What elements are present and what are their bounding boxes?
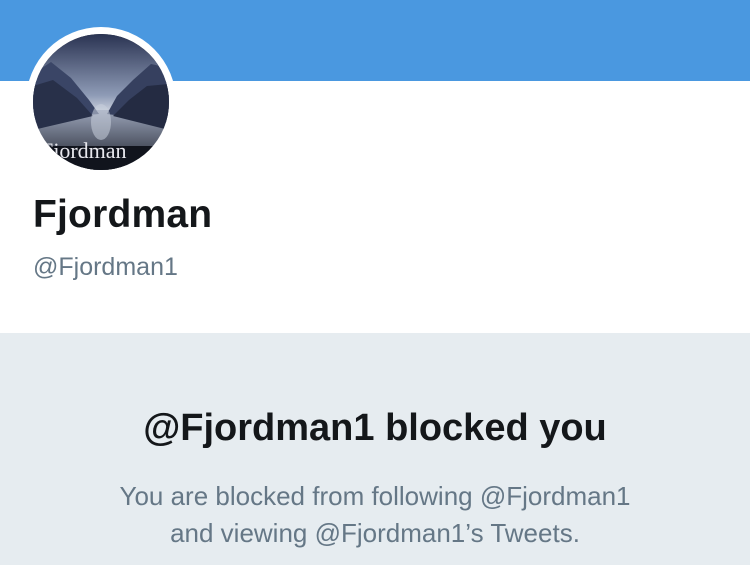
avatar-image: Fjordman — [33, 34, 169, 170]
blocked-notice: @Fjordman1 blocked you You are blocked f… — [0, 333, 750, 565]
profile-handle: @Fjordman1 — [33, 253, 178, 281]
profile-display-name: Fjordman — [33, 193, 213, 236]
blocked-description-line-1: You are blocked from following @Fjordman… — [119, 481, 631, 511]
blocked-description: You are blocked from following @Fjordman… — [0, 478, 750, 552]
blocked-description-line-2: and viewing @Fjordman1’s Tweets. — [170, 518, 580, 548]
blocked-title: @Fjordman1 blocked you — [143, 407, 607, 449]
avatar[interactable]: Fjordman — [33, 34, 169, 170]
